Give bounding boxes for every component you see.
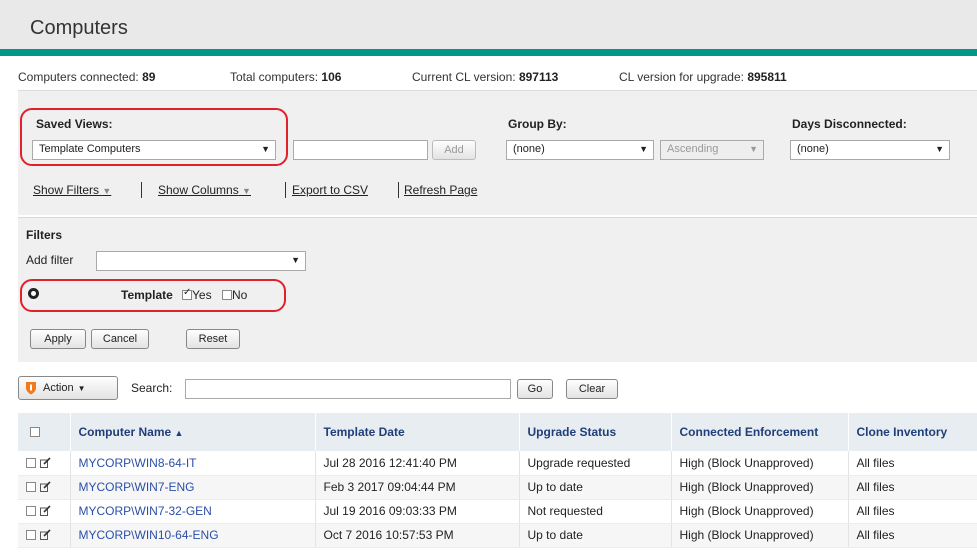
yes-checkbox[interactable]	[182, 287, 192, 300]
row-controls	[18, 451, 71, 476]
clone-inventory-cell: All files	[848, 475, 977, 500]
group-by-label: Group By:	[508, 117, 567, 131]
column-header-upgrade-status[interactable]: Upgrade Status	[519, 413, 672, 451]
apply-button[interactable]: Apply	[30, 329, 86, 349]
remove-filter-icon[interactable]	[28, 288, 39, 299]
export-csv-link[interactable]: Export to CSV	[292, 183, 368, 197]
row-controls	[18, 475, 71, 500]
template-filter-label: Template	[121, 288, 173, 302]
no-checkbox[interactable]	[222, 290, 232, 300]
dropdown-arrow-icon: ▼	[291, 255, 300, 265]
action-label: Action	[43, 382, 74, 394]
clone-inventory-cell: All files	[848, 499, 977, 524]
dropdown-arrow-icon: ▼	[935, 144, 944, 154]
dropdown-arrow-icon: ▼	[749, 144, 758, 154]
clone-inventory-cell: All files	[848, 523, 977, 548]
days-disconnected-select[interactable]: (none) ▼	[790, 140, 950, 160]
select-all-checkbox[interactable]	[30, 427, 40, 437]
caret-down-icon: ▼	[242, 186, 251, 196]
link-separator	[285, 182, 286, 198]
show-filters-link[interactable]: Show Filters ▼	[33, 183, 111, 197]
action-menu-button[interactable]: Action ▼	[18, 376, 118, 400]
add-filter-select[interactable]: ▼	[96, 251, 306, 271]
template-date-cell: Feb 3 2017 09:04:44 PM	[315, 475, 520, 500]
enforcement-cell: High (Block Unapproved)	[671, 451, 849, 476]
show-columns-link[interactable]: Show Columns ▼	[158, 183, 251, 197]
sort-ascending-icon: ▲	[174, 428, 184, 438]
caret-down-icon: ▼	[102, 186, 112, 196]
enforcement-cell: High (Block Unapproved)	[671, 475, 849, 500]
table-row: MYCORP\WIN8-64-IT Jul 28 2016 12:41:40 P…	[18, 451, 977, 476]
link-separator	[398, 182, 399, 198]
row-checkbox[interactable]	[26, 457, 36, 468]
filters-title: Filters	[26, 228, 63, 242]
column-header-computer-name[interactable]: Computer Name ▲	[70, 413, 316, 451]
page-title: Computers	[30, 17, 128, 39]
row-checkbox[interactable]	[26, 506, 36, 516]
page-header: Computers	[0, 0, 977, 56]
table-row: MYCORP\WIN7-32-GEN Jul 19 2016 09:03:33 …	[18, 499, 977, 524]
upgrade-status-cell: Up to date	[519, 523, 672, 548]
computer-name-link[interactable]: MYCORP\WIN8-64-IT	[70, 451, 316, 476]
search-input[interactable]	[185, 379, 511, 399]
upgrade-status-cell: Up to date	[519, 475, 672, 500]
dropdown-arrow-icon: ▼	[639, 144, 648, 154]
enforcement-cell: High (Block Unapproved)	[671, 499, 849, 524]
template-date-cell: Jul 28 2016 12:41:40 PM	[315, 451, 520, 476]
search-label: Search:	[131, 381, 173, 395]
stat-current-cl-version: Current CL version: 897113	[412, 70, 559, 84]
group-by-select[interactable]: (none) ▼	[506, 140, 654, 160]
stat-computers-connected: Computers connected: 89	[18, 70, 156, 84]
view-name-input[interactable]	[293, 140, 428, 160]
computers-table: Computer Name ▲ Template Date Upgrade St…	[18, 413, 977, 548]
caret-down-icon: ▼	[77, 383, 86, 393]
column-header-connected-enforcement[interactable]: Connected Enforcement	[671, 413, 849, 451]
highlight-saved-views	[20, 108, 288, 166]
enforcement-cell: High (Block Unapproved)	[671, 523, 849, 548]
template-yes-option[interactable]: Yes	[182, 287, 212, 302]
sort-order-value: Ascending	[667, 143, 719, 155]
add-view-button[interactable]: Add	[432, 140, 476, 160]
link-separator	[141, 182, 142, 198]
add-filter-label: Add filter	[26, 253, 74, 267]
row-controls	[18, 523, 71, 548]
go-button[interactable]: Go	[517, 379, 553, 399]
clear-button[interactable]: Clear	[566, 379, 618, 399]
sort-order-select: Ascending ▼	[660, 140, 764, 160]
row-controls	[18, 499, 71, 524]
row-checkbox[interactable]	[26, 530, 36, 540]
reset-button[interactable]: Reset	[186, 329, 240, 349]
edit-icon[interactable]	[40, 505, 51, 516]
template-no-option[interactable]: No	[222, 288, 247, 302]
column-header-clone-inventory[interactable]: Clone Inventory	[848, 413, 977, 451]
table-row: MYCORP\WIN10-64-ENG Oct 7 2016 10:57:53 …	[18, 523, 977, 548]
computer-name-link[interactable]: MYCORP\WIN7-32-GEN	[70, 499, 316, 524]
edit-icon[interactable]	[40, 481, 51, 492]
days-disconnected-value: (none)	[797, 143, 829, 155]
table-row: MYCORP\WIN7-ENG Feb 3 2017 09:04:44 PM U…	[18, 475, 977, 500]
stat-cl-version-upgrade: CL version for upgrade: 895811	[619, 70, 787, 84]
template-date-cell: Jul 19 2016 09:03:33 PM	[315, 499, 520, 524]
cancel-button[interactable]: Cancel	[91, 329, 149, 349]
upgrade-status-cell: Not requested	[519, 499, 672, 524]
row-checkbox[interactable]	[26, 482, 36, 492]
upgrade-status-cell: Upgrade requested	[519, 451, 672, 476]
computer-name-link[interactable]: MYCORP\WIN7-ENG	[70, 475, 316, 500]
yes-label: Yes	[192, 288, 212, 302]
edit-icon[interactable]	[40, 457, 51, 468]
template-date-cell: Oct 7 2016 10:57:53 PM	[315, 523, 520, 548]
shield-icon	[26, 382, 36, 395]
clone-inventory-cell: All files	[848, 451, 977, 476]
group-by-value: (none)	[513, 143, 545, 155]
no-label: No	[232, 288, 248, 302]
refresh-page-link[interactable]: Refresh Page	[404, 183, 477, 197]
select-all-header[interactable]	[18, 413, 71, 451]
edit-icon[interactable]	[40, 529, 51, 540]
table-header-row: Computer Name ▲ Template Date Upgrade St…	[18, 413, 977, 451]
days-disconnected-label: Days Disconnected:	[792, 117, 907, 131]
stat-total-computers: Total computers: 106	[230, 70, 342, 84]
computer-name-link[interactable]: MYCORP\WIN10-64-ENG	[70, 523, 316, 548]
column-header-template-date[interactable]: Template Date	[315, 413, 520, 451]
